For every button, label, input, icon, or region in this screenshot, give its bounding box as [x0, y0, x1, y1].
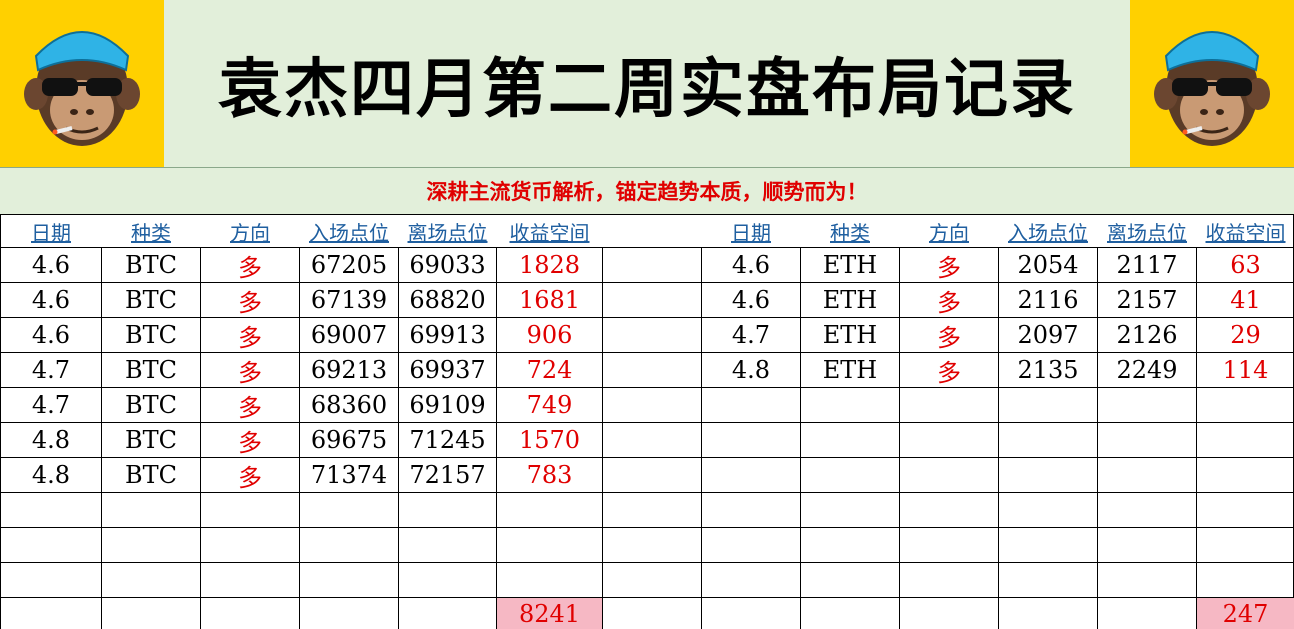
btc-row-cell[interactable]: 多	[201, 423, 299, 457]
btc-row-cell[interactable]: 多	[201, 318, 299, 352]
btc-row-cell[interactable]: 906	[497, 318, 602, 352]
btc-row-cell[interactable]: BTC	[102, 423, 200, 457]
column-header[interactable]: 入场点位	[300, 215, 398, 247]
btc-row-cell[interactable]: BTC	[102, 388, 200, 422]
btc-row-cell[interactable]: 71245	[399, 423, 496, 457]
btc-row-cell[interactable]: 724	[497, 353, 602, 387]
btc-row-cell[interactable]: BTC	[102, 248, 200, 282]
btc-row-cell[interactable]: BTC	[102, 458, 200, 492]
btc-row-cell[interactable]: 4.6	[1, 318, 101, 352]
eth-row-cell[interactable]: 多	[900, 318, 998, 352]
btc-row-cell[interactable]: 1681	[497, 283, 602, 317]
btc-row-cell[interactable]: 68360	[300, 388, 398, 422]
column-header[interactable]: 方向	[201, 215, 299, 247]
eth-row-cell[interactable]: 4.6	[702, 283, 800, 317]
btc-row-cell[interactable]: 69675	[300, 423, 398, 457]
btc-row-cell[interactable]: 4.6	[1, 248, 101, 282]
btc-row-cell[interactable]: 67139	[300, 283, 398, 317]
eth-row-cell[interactable]: 2116	[999, 283, 1097, 317]
column-header[interactable]: 收益空间	[497, 215, 602, 247]
eth-row-cell[interactable]: 63	[1197, 248, 1294, 282]
btc-total-cell[interactable]: 8241	[497, 598, 602, 629]
eth-row-cell[interactable]: 2157	[1098, 283, 1196, 317]
btc-row-cell[interactable]: 多	[201, 248, 299, 282]
btc-row-cell[interactable]: 4.7	[1, 353, 101, 387]
btc-row-cell[interactable]: 68820	[399, 283, 496, 317]
btc-row-cell[interactable]: 71374	[300, 458, 398, 492]
eth-row-cell[interactable]: 多	[900, 248, 998, 282]
eth-row-cell[interactable]: 114	[1197, 353, 1294, 387]
eth-row-cell[interactable]: 4.6	[702, 248, 800, 282]
btc-row-cell[interactable]: 4.6	[1, 283, 101, 317]
btc-row-cell[interactable]: 69913	[399, 318, 496, 352]
btc-row-cell[interactable]: BTC	[102, 318, 200, 352]
btc-row-cell[interactable]: 783	[497, 458, 602, 492]
eth-row-cell[interactable]: 多	[900, 283, 998, 317]
eth-row-cell[interactable]: ETH	[801, 283, 899, 317]
eth-row-cell[interactable]: 2126	[1098, 318, 1196, 352]
eth-row-cell[interactable]: 多	[900, 353, 998, 387]
btc-row-cell[interactable]: 749	[497, 388, 602, 422]
btc-row-cell[interactable]: 1828	[497, 248, 602, 282]
eth-row-cell[interactable]: 2117	[1098, 248, 1196, 282]
column-header[interactable]: 离场点位	[399, 215, 496, 247]
eth-row-cell[interactable]: 2135	[999, 353, 1097, 387]
column-header[interactable]: 离场点位	[1098, 215, 1196, 247]
column-header[interactable]: 入场点位	[999, 215, 1097, 247]
eth-row-cell[interactable]: 29	[1197, 318, 1294, 352]
btc-row-cell[interactable]: 多	[201, 353, 299, 387]
btc-row-cell[interactable]: 72157	[399, 458, 496, 492]
eth-row-cell[interactable]: 2249	[1098, 353, 1196, 387]
column-header[interactable]: 种类	[102, 215, 200, 247]
eth-row-cell[interactable]: 4.8	[702, 353, 800, 387]
btc-row-cell[interactable]: 多	[201, 458, 299, 492]
btc-row-cell[interactable]: 4.7	[1, 388, 101, 422]
btc-row-cell[interactable]: 69213	[300, 353, 398, 387]
btc-row-cell[interactable]: 69033	[399, 248, 496, 282]
eth-row-cell[interactable]: 2054	[999, 248, 1097, 282]
column-header[interactable]: 日期	[702, 215, 800, 247]
eth-row-cell[interactable]: ETH	[801, 248, 899, 282]
btc-row-cell[interactable]: BTC	[102, 283, 200, 317]
btc-row-cell[interactable]: 67205	[300, 248, 398, 282]
btc-row-cell[interactable]: 1570	[497, 423, 602, 457]
btc-row-cell[interactable]: BTC	[102, 353, 200, 387]
column-header[interactable]: 日期	[1, 215, 101, 247]
column-header[interactable]: 收益空间	[1197, 215, 1294, 247]
spreadsheet: 袁杰四月第二周实盘布局记录 深耕主流货币解析，锚定趋势本质，顺势而为！ 日期 日期…	[0, 0, 1294, 629]
btc-row-cell[interactable]: 4.8	[1, 458, 101, 492]
btc-row-cell[interactable]: 69007	[300, 318, 398, 352]
btc-row-cell[interactable]: 多	[201, 388, 299, 422]
eth-row-cell[interactable]: ETH	[801, 353, 899, 387]
column-header[interactable]: 方向	[900, 215, 998, 247]
column-header[interactable]: 种类	[801, 215, 899, 247]
eth-row-cell[interactable]: ETH	[801, 318, 899, 352]
eth-row-cell[interactable]: 4.7	[702, 318, 800, 352]
btc-row-cell[interactable]: 69109	[399, 388, 496, 422]
btc-row-cell[interactable]: 69937	[399, 353, 496, 387]
eth-total-cell[interactable]: 247	[1197, 598, 1294, 629]
btc-row-cell[interactable]: 多	[201, 283, 299, 317]
eth-row-cell[interactable]: 2097	[999, 318, 1097, 352]
eth-row-cell[interactable]: 41	[1197, 283, 1294, 317]
btc-row-cell[interactable]: 4.8	[1, 423, 101, 457]
